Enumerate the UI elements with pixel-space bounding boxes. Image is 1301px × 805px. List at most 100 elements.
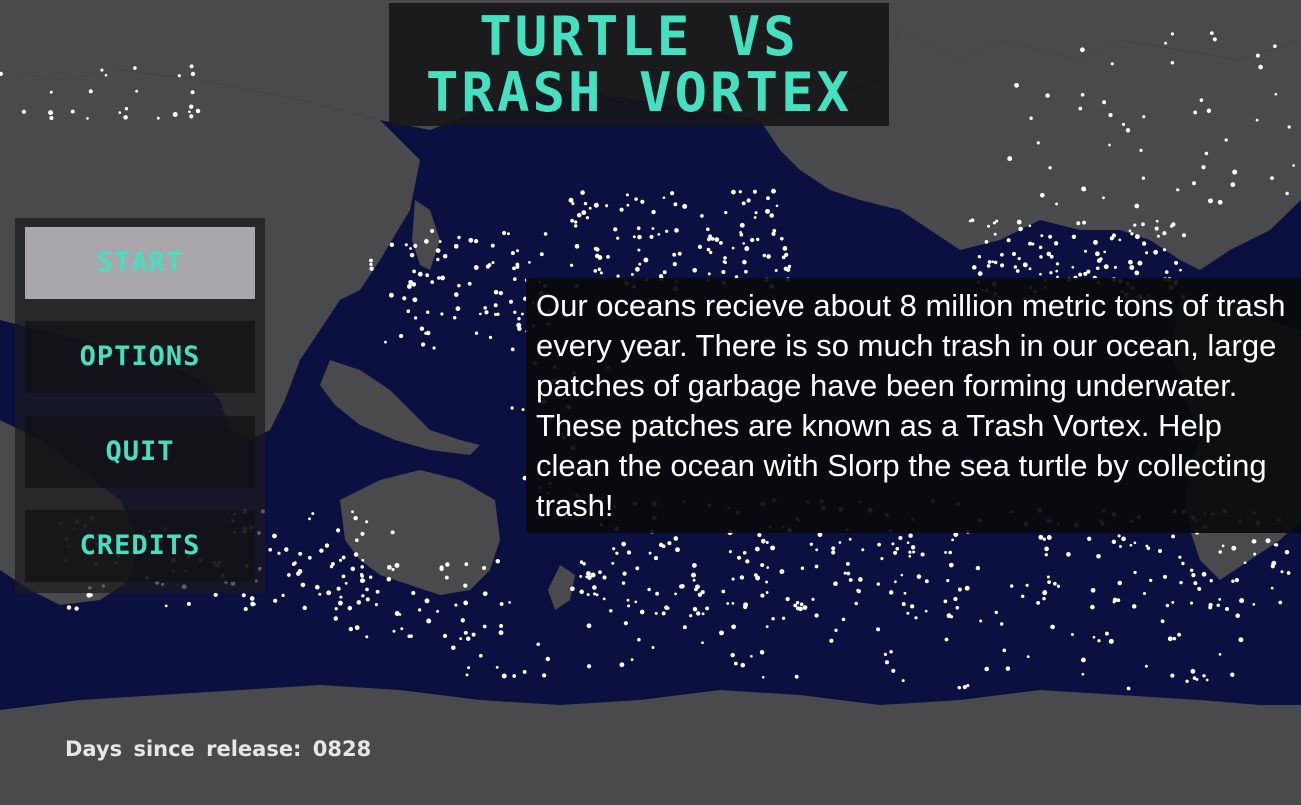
trash-dot <box>1176 188 1180 192</box>
trash-dot <box>814 613 819 618</box>
info-panel: Our oceans recieve about 8 million metri… <box>526 278 1301 533</box>
trash-dot <box>877 542 881 547</box>
trash-dot <box>419 326 425 331</box>
trash-dot <box>1287 125 1291 129</box>
trash-dot <box>1285 191 1289 196</box>
trash-dot <box>1206 108 1212 114</box>
trash-dot <box>1096 258 1102 263</box>
trash-dot <box>1104 631 1109 636</box>
trash-dot <box>1071 234 1077 239</box>
trash-dot <box>1155 219 1159 223</box>
trash-dot <box>991 260 995 264</box>
trash-dot <box>674 228 679 233</box>
trash-dot <box>754 211 758 215</box>
trash-dot <box>1125 128 1131 133</box>
trash-dot <box>324 543 330 548</box>
trash-dot <box>774 268 778 273</box>
trash-dot <box>891 668 896 673</box>
trash-dot <box>955 605 960 610</box>
trash-dot <box>545 656 551 662</box>
trash-dot <box>412 269 416 274</box>
trash-dot <box>1094 251 1100 257</box>
trash-dot <box>318 592 322 596</box>
options-button[interactable]: OPTIONS <box>25 321 255 393</box>
trash-dot <box>1126 686 1131 691</box>
trash-dot <box>682 203 688 209</box>
trash-dot <box>1071 265 1075 269</box>
trash-dot <box>516 249 519 253</box>
quit-button[interactable]: QUIT <box>25 416 255 488</box>
trash-dot <box>361 594 365 598</box>
trash-dot <box>984 239 989 244</box>
trash-dot <box>654 611 658 615</box>
trash-dot <box>190 71 196 77</box>
trash-dot <box>798 606 803 612</box>
trash-dot <box>843 571 847 575</box>
trash-dot <box>1178 555 1182 559</box>
trash-dot <box>1191 572 1196 578</box>
trash-dot <box>950 615 954 619</box>
main-menu: START OPTIONS QUIT CREDITS <box>15 218 265 593</box>
trash-dot <box>1082 187 1087 192</box>
trash-dot <box>1134 203 1140 209</box>
trash-dot <box>908 533 913 538</box>
credits-button[interactable]: CREDITS <box>25 510 255 582</box>
trash-dot <box>1273 543 1277 547</box>
trash-dot <box>622 571 627 576</box>
trash-dot <box>1165 603 1170 608</box>
trash-dot <box>454 603 458 607</box>
trash-dot <box>984 666 989 672</box>
trash-dot <box>901 602 906 607</box>
trash-dot <box>365 635 369 639</box>
trash-dot <box>568 197 574 203</box>
trash-dot <box>586 571 591 576</box>
trash-dot <box>189 114 194 119</box>
trash-dot <box>883 652 888 657</box>
trash-dot <box>1265 538 1271 544</box>
trash-dot <box>1102 100 1107 105</box>
trash-dot <box>1221 544 1225 548</box>
trash-dot <box>700 214 704 218</box>
trash-dot <box>673 202 678 207</box>
trash-dot <box>442 253 448 259</box>
trash-dot <box>943 599 948 604</box>
trash-dot <box>347 605 353 611</box>
trash-dot <box>1025 583 1029 587</box>
trash-dot <box>302 605 307 611</box>
trash-dot <box>666 606 670 610</box>
trash-dot <box>341 555 346 560</box>
trash-dot <box>369 575 373 579</box>
trash-dot <box>634 197 638 201</box>
trash-dot <box>838 541 842 544</box>
trash-dot <box>754 546 760 552</box>
trash-dot <box>651 646 655 649</box>
trash-dot <box>1171 600 1175 604</box>
trash-dot <box>977 255 982 259</box>
trash-dot <box>495 558 501 564</box>
trash-dot <box>635 566 640 571</box>
trash-dot <box>1170 32 1175 36</box>
trash-dot <box>611 561 615 565</box>
trash-dot <box>1076 221 1081 226</box>
trash-dot <box>609 609 613 613</box>
trash-dot <box>858 577 863 582</box>
trash-dot <box>570 218 574 223</box>
trash-dot <box>467 281 472 286</box>
trash-dot <box>585 216 590 220</box>
trash-dot <box>413 243 418 248</box>
trash-dot <box>350 566 356 572</box>
trash-dot <box>1093 239 1098 245</box>
trash-dot <box>512 674 517 678</box>
trash-dot <box>88 89 93 94</box>
trash-dot <box>701 612 705 616</box>
trash-dot <box>1141 241 1147 246</box>
trash-dot <box>760 563 765 568</box>
trash-dot <box>957 685 962 690</box>
trash-dot <box>354 538 359 543</box>
trash-dot <box>765 580 769 584</box>
trash-dot <box>1128 259 1133 265</box>
start-button[interactable]: START <box>25 227 255 299</box>
game-title-line-1: TURTLE VS <box>479 5 799 68</box>
trash-dot <box>924 609 928 613</box>
trash-dot <box>1201 571 1207 577</box>
